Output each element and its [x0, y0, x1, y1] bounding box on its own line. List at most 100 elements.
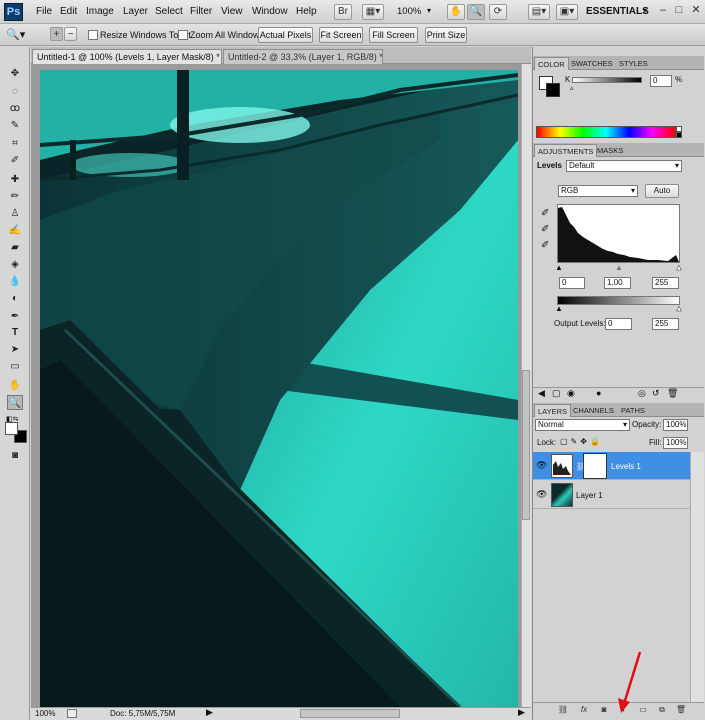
color-background-swatch[interactable]	[546, 83, 560, 97]
expand-view-icon[interactable]: ▢	[552, 388, 561, 399]
eraser-tool-icon[interactable]: ▰	[7, 240, 23, 255]
tab-swatches[interactable]: SWATCHES	[568, 57, 616, 70]
zoom-out-icon[interactable]: −	[64, 27, 77, 41]
print-size-button[interactable]: Print Size	[425, 27, 467, 43]
rotate-view-icon[interactable]: ⟳	[489, 4, 507, 20]
layer-name-levels-1[interactable]: Levels 1	[611, 462, 641, 471]
input-black-field[interactable]: 0	[559, 277, 585, 289]
clone-stamp-tool-icon[interactable]: ♙	[7, 206, 23, 221]
toggle-visibility-icon[interactable]: ●	[596, 388, 601, 398]
actual-pixels-button[interactable]: Actual Pixels	[258, 27, 313, 43]
clip-to-layer-icon[interactable]: ◉	[567, 388, 575, 399]
black-point-eyedropper-icon[interactable]: ✐	[541, 208, 549, 219]
tab-untitled-1[interactable]: Untitled-1 @ 100% (Levels 1, Layer Mask/…	[32, 49, 222, 64]
input-gamma-field[interactable]: 1,00	[604, 277, 631, 289]
quick-mask-icon[interactable]: ◙	[7, 448, 23, 463]
gray-point-eyedropper-icon[interactable]: ✐	[541, 224, 549, 235]
zoom-level[interactable]: 100%	[397, 6, 421, 17]
foreground-color-swatch[interactable]	[5, 422, 18, 435]
fit-screen-button[interactable]: Fit Screen	[319, 27, 363, 43]
blend-mode-dropdown[interactable]: Normal	[535, 419, 630, 431]
paint-bucket-tool-icon[interactable]: ◈	[7, 257, 23, 272]
layer-mask-thumbnail[interactable]	[583, 453, 607, 479]
pen-tool-icon[interactable]: ✒	[7, 309, 23, 324]
tab-styles[interactable]: STYLES	[616, 57, 651, 70]
marquee-tool-icon[interactable]: ◌	[7, 84, 23, 99]
menu-layer[interactable]: Layer	[123, 6, 148, 17]
blur-tool-icon[interactable]: 💧	[7, 274, 23, 289]
menu-help[interactable]: Help	[296, 6, 317, 17]
move-tool-icon[interactable]: ✥	[7, 66, 23, 81]
menu-select[interactable]: Select	[155, 6, 183, 17]
brush-tool-icon[interactable]: ✏	[7, 189, 23, 204]
tab-channels[interactable]: CHANNELS	[570, 404, 617, 417]
input-black-slider-icon[interactable]: ▲	[555, 263, 563, 272]
bridge-icon[interactable]: Br	[334, 4, 352, 20]
hand-tool-icon[interactable]: ✋	[447, 4, 465, 20]
menu-file[interactable]: File	[36, 6, 52, 17]
menu-window[interactable]: Window	[252, 6, 288, 17]
menu-filter[interactable]: Filter	[190, 6, 212, 17]
color-spectrum-ramp[interactable]	[536, 126, 676, 138]
zoom-dropdown-icon[interactable]: ▾	[427, 6, 431, 15]
healing-brush-tool-icon[interactable]: ✚	[7, 172, 23, 187]
zoom-tool-preset-icon[interactable]: 🔍▾	[6, 28, 25, 41]
zoom-all-checkbox[interactable]	[178, 30, 188, 40]
zoom-in-icon[interactable]: +	[50, 27, 63, 41]
spectrum-black-swatch[interactable]	[676, 132, 682, 138]
new-layer-icon[interactable]: ⧉	[656, 704, 668, 715]
eyedropper-tool-icon[interactable]: ✐	[7, 153, 23, 168]
output-black-slider-icon[interactable]: ▲	[555, 304, 563, 313]
scrollbar-thumb[interactable]	[522, 370, 530, 520]
workspace-switcher[interactable]: ESSENTIALS	[586, 6, 649, 17]
output-white-slider-icon[interactable]: ▲	[675, 304, 683, 314]
auto-button[interactable]: Auto	[645, 184, 679, 198]
status-zoom[interactable]: 100%	[35, 709, 55, 718]
output-black-field[interactable]: 0	[605, 318, 632, 330]
delete-layer-icon[interactable]: 🗑	[675, 704, 687, 715]
layers-scrollbar[interactable]	[690, 452, 704, 702]
tab-layers[interactable]: LAYERS	[534, 404, 572, 417]
zoom-tool-icon[interactable]: 🔍	[467, 4, 485, 20]
fill-field[interactable]: 100%	[663, 437, 688, 449]
rectangle-tool-icon[interactable]: ▭	[7, 359, 23, 374]
history-brush-tool-icon[interactable]: ✍	[7, 223, 23, 238]
layer-name-layer-1[interactable]: Layer 1	[576, 491, 603, 500]
screen-mode-icon[interactable]: ▣▾	[556, 4, 578, 20]
k-value-field[interactable]: 0	[650, 75, 672, 87]
path-selection-tool-icon[interactable]: ➤	[7, 342, 23, 357]
crop-tool-icon[interactable]: ⌗	[7, 136, 23, 151]
delete-adjustment-icon[interactable]: 🗑	[667, 388, 678, 399]
menu-view[interactable]: View	[221, 6, 243, 17]
tab-paths[interactable]: PATHS	[618, 404, 648, 417]
reset-icon[interactable]: ↺	[652, 388, 660, 399]
tab-adjustments[interactable]: ADJUSTMENTS	[534, 144, 598, 157]
close-icon[interactable]: ✕	[689, 4, 703, 18]
input-white-field[interactable]: 255	[652, 277, 679, 289]
status-menu-arrow-icon[interactable]: ▶	[206, 707, 213, 718]
fill-screen-button[interactable]: Fill Screen	[369, 27, 418, 43]
zoom-tool-icon[interactable]: 🔍	[7, 395, 23, 410]
scroll-right-icon[interactable]: ▶	[518, 707, 525, 718]
quick-selection-tool-icon[interactable]: ✎	[7, 118, 23, 133]
minimize-icon[interactable]: –	[656, 4, 670, 18]
dodge-tool-icon[interactable]: ◐	[7, 291, 23, 306]
type-tool-icon[interactable]: T	[7, 325, 23, 340]
eye-icon[interactable]: 👁	[536, 489, 547, 499]
levels-preset-dropdown[interactable]: Default	[566, 160, 682, 172]
tab-color[interactable]: COLOR	[534, 57, 569, 70]
resize-windows-checkbox[interactable]	[88, 30, 98, 40]
horizontal-scrollbar[interactable]	[300, 709, 400, 718]
arrange-documents-icon[interactable]: ▤▾	[528, 4, 550, 20]
view-extras-icon[interactable]: ▦▾	[362, 4, 384, 20]
workspace-dropdown-icon[interactable]: ▾	[643, 6, 647, 15]
link-layers-icon[interactable]: ⛓	[557, 704, 569, 715]
opacity-field[interactable]: 100%	[663, 419, 688, 431]
layer-style-icon[interactable]: fx	[578, 704, 590, 715]
lasso-tool-icon[interactable]: ꝏ	[7, 101, 23, 116]
output-white-field[interactable]: 255	[652, 318, 679, 330]
eye-icon[interactable]: 👁	[536, 460, 547, 470]
tab-masks[interactable]: MASKS	[594, 144, 626, 157]
lock-options-icon[interactable]: ▢✎✥🔒	[560, 437, 603, 446]
return-to-list-icon[interactable]: ◀	[538, 388, 545, 399]
